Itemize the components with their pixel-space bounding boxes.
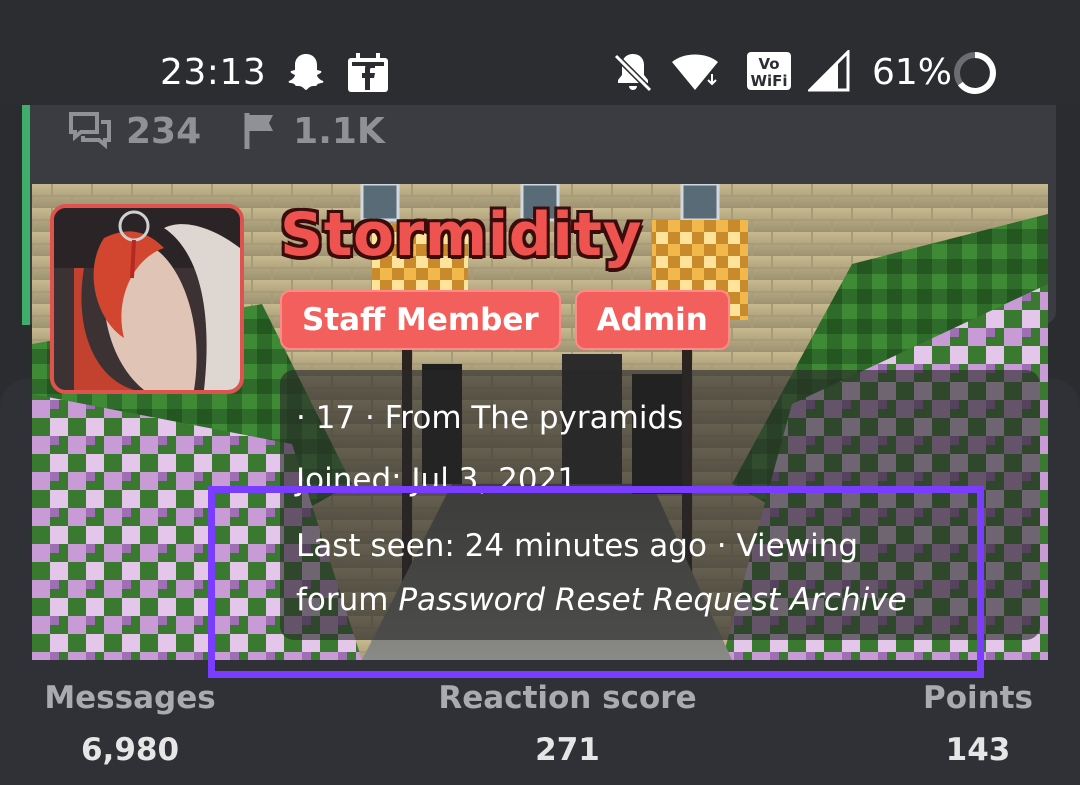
svg-text:Vo: Vo: [758, 55, 779, 73]
views-stat: 1.1K: [243, 111, 385, 152]
thread-accent-bar: [22, 105, 30, 325]
wifi-icon: [672, 54, 718, 90]
reaction-value: 271: [535, 732, 600, 768]
profile-username[interactable]: Stormidity: [280, 200, 642, 270]
battery-ring-icon: [954, 52, 996, 94]
battery-percent: 61%: [872, 52, 953, 93]
reaction-label: Reaction score: [438, 680, 697, 716]
badge-staff-member: Staff Member: [280, 290, 561, 350]
profile-age-location: · 17 · From The pyramids: [296, 400, 684, 436]
views-count: 1.1K: [293, 110, 385, 152]
points-label: Points: [923, 680, 1033, 716]
badge-admin: Admin: [574, 290, 730, 350]
profile-stats: Messages 6,980 Reaction score 271 Points…: [0, 680, 1080, 785]
stat-messages[interactable]: Messages 6,980: [30, 680, 230, 768]
comments-icon: [69, 112, 111, 150]
signal-icon: [808, 50, 850, 92]
messages-value: 6,980: [80, 732, 180, 768]
status-time: 23:13: [160, 52, 267, 93]
replies-count: 234: [126, 110, 202, 152]
stat-points[interactable]: Points 143: [900, 680, 1056, 768]
thread-stats: 234 1.1K: [68, 106, 427, 156]
flag-icon: [244, 113, 274, 149]
avatar-illustration: [54, 208, 240, 390]
facebook-store-icon: [348, 53, 388, 92]
replies-stat: 234: [68, 111, 201, 152]
svg-text:WiFi: WiFi: [750, 72, 787, 90]
highlight-box: [208, 486, 984, 678]
stat-reaction-score[interactable]: Reaction score 271: [420, 680, 715, 768]
status-bar: 23:13 Vo WiFi 61%: [0, 0, 1080, 105]
points-value: 143: [945, 732, 1011, 768]
messages-label: Messages: [44, 680, 216, 716]
mute-bell-icon: [613, 53, 653, 93]
user-avatar[interactable]: [50, 204, 244, 394]
vowifi-icon: Vo WiFi: [747, 52, 791, 90]
snapchat-icon: [288, 54, 324, 90]
user-badges: Staff Member Admin: [280, 290, 744, 350]
